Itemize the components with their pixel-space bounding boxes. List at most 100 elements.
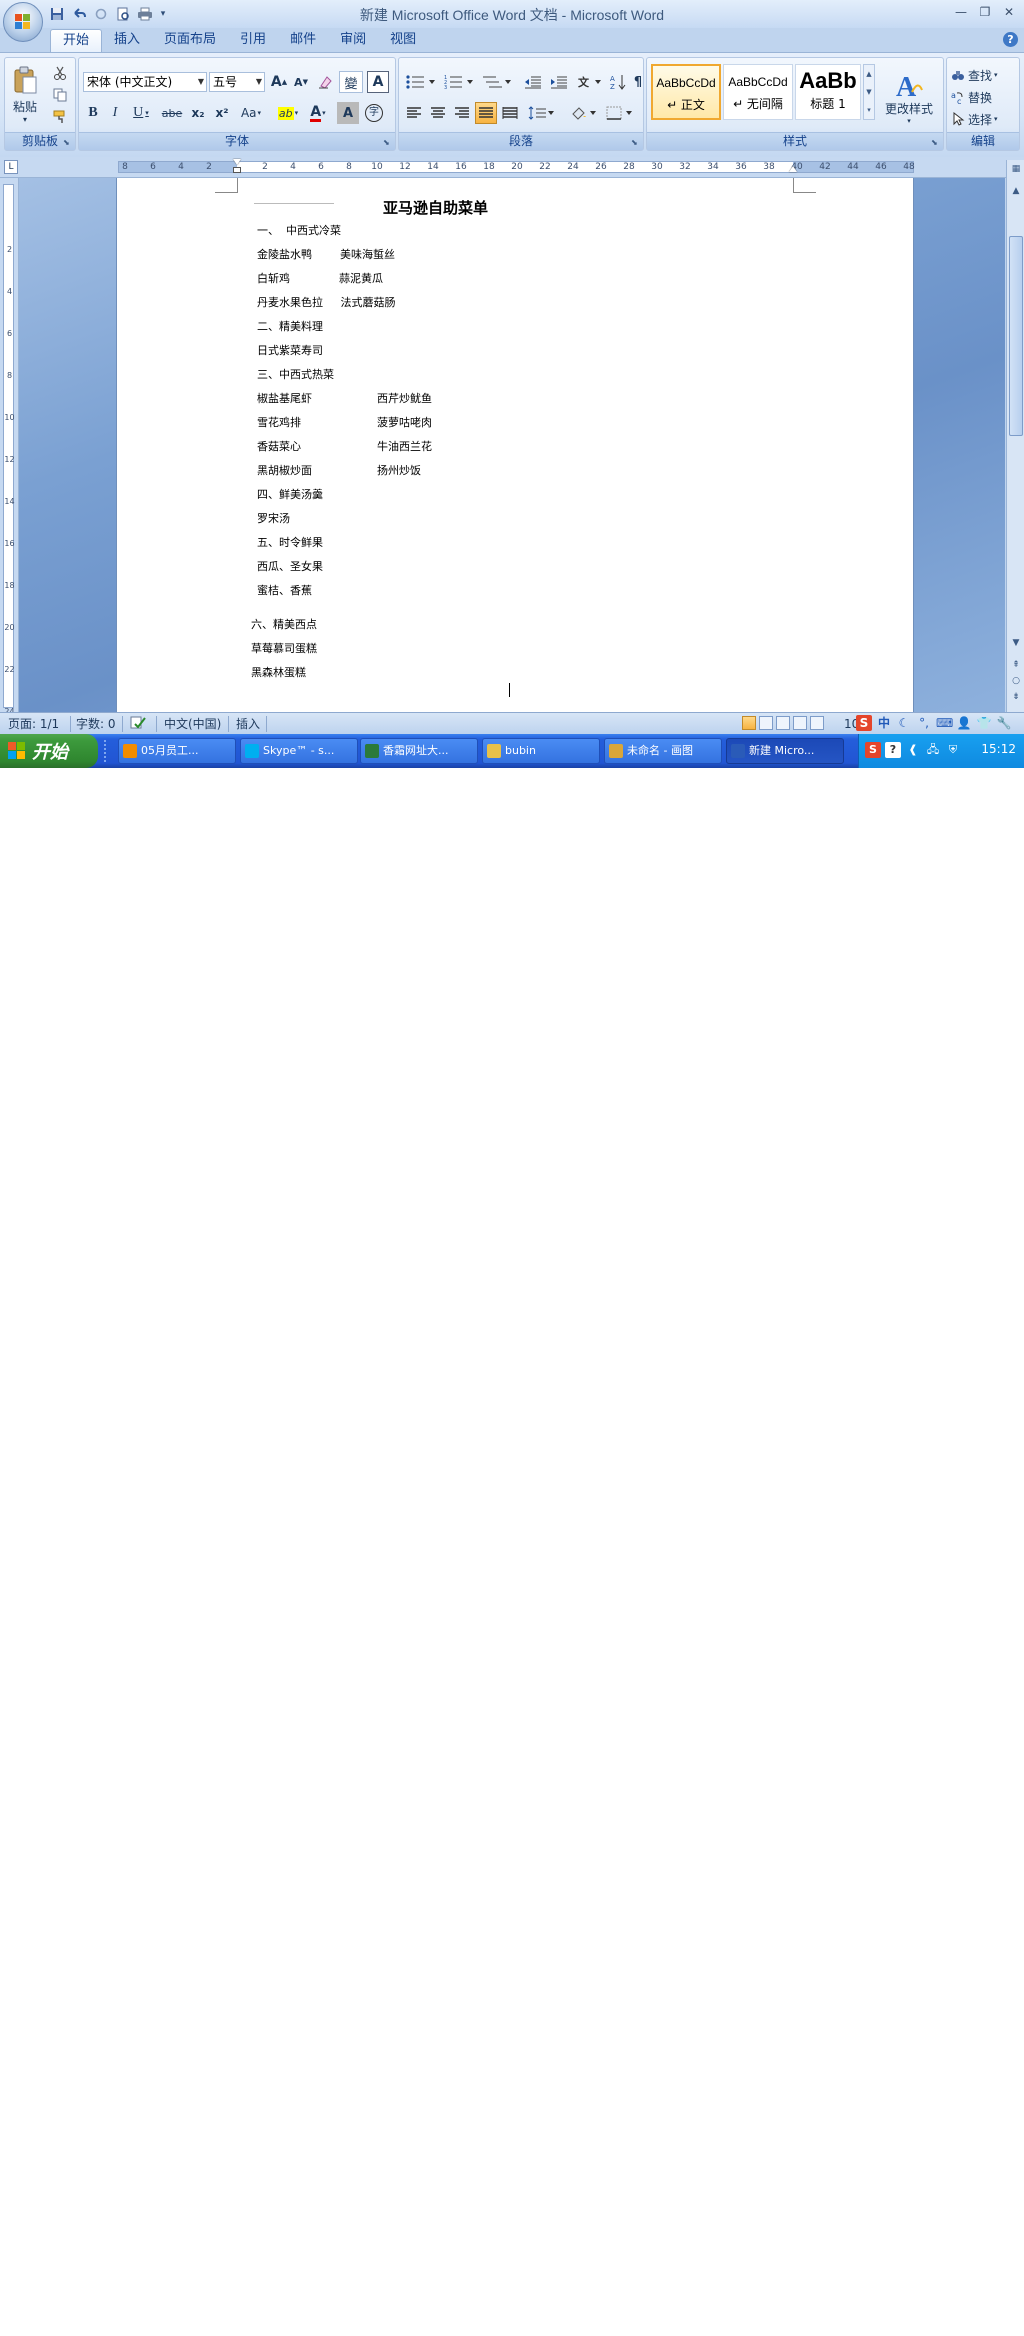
vertical-scrollbar[interactable]: ▦ ▲ ▼ ⇞ ○ ⇟ <box>1006 160 1024 712</box>
minimize-icon[interactable]: — <box>952 3 970 21</box>
right-indent-marker[interactable] <box>789 166 797 172</box>
taskbar-item[interactable]: Skype™ - s... <box>240 738 358 764</box>
taskbar-item[interactable]: 05月员工... <box>118 738 236 764</box>
first-line-indent-marker[interactable] <box>233 159 241 165</box>
close-icon[interactable]: ✕ <box>1000 3 1018 21</box>
char-border-button[interactable]: A <box>367 71 389 93</box>
help-icon[interactable]: ? <box>1003 32 1018 47</box>
punctuation-icon[interactable]: °, <box>916 715 932 731</box>
font-name-combo[interactable]: 宋体 (中文正文) ▼ <box>83 72 207 92</box>
scroll-down-icon[interactable]: ▼ <box>1009 636 1023 650</box>
char-shading-button[interactable]: A <box>337 102 359 124</box>
taskbar-item[interactable]: 新建 Micro... <box>726 738 844 764</box>
font-launcher-icon[interactable]: ⬊ <box>383 138 392 147</box>
web-layout-icon[interactable] <box>776 716 790 730</box>
line-spacing-icon[interactable] <box>525 102 557 124</box>
font-color-button[interactable]: A ▾ <box>305 102 331 124</box>
align-right-icon[interactable] <box>451 102 473 124</box>
insert-mode[interactable]: 插入 <box>236 716 260 732</box>
style-no-spacing[interactable]: AaBbCcDd ↵ 无间隔 <box>723 64 793 120</box>
outline-view-icon[interactable] <box>793 716 807 730</box>
tab-page-layout[interactable]: 页面布局 <box>152 29 228 51</box>
font-size-combo[interactable]: 五号 ▼ <box>209 72 265 92</box>
sogou-icon[interactable]: S <box>856 715 872 731</box>
skin-shirt-icon[interactable]: 👕 <box>976 715 992 731</box>
chinese-mode-icon[interactable]: 中 <box>876 715 892 731</box>
phonetic-guide-button[interactable]: 變 <box>339 71 363 93</box>
help-tray-icon[interactable]: ? <box>885 742 901 758</box>
select-browse-object-icon[interactable]: ○ <box>1009 674 1023 688</box>
superscript-button[interactable]: x² <box>211 102 233 124</box>
sort-icon[interactable]: AZ <box>607 71 629 93</box>
previous-page-icon[interactable]: ⇞ <box>1009 658 1023 672</box>
select-button[interactable]: 选择 ▾ <box>951 108 1017 130</box>
page-count[interactable]: 页面: 1/1 <box>8 716 59 732</box>
scroll-thumb[interactable] <box>1009 236 1023 436</box>
network-tray-icon[interactable]: 🖧 <box>925 742 941 758</box>
styles-launcher-icon[interactable]: ⬊ <box>931 138 940 147</box>
tab-mailings[interactable]: 邮件 <box>278 29 328 51</box>
start-button[interactable]: 开始 <box>0 734 98 768</box>
cut-icon[interactable] <box>49 62 71 84</box>
vertical-ruler-strip[interactable]: 24681012141618202224 <box>3 184 15 716</box>
paragraph-launcher-icon[interactable]: ⬊ <box>631 138 640 147</box>
tab-insert[interactable]: 插入 <box>102 29 152 51</box>
underline-button[interactable]: U ▾ <box>127 102 155 124</box>
sogou-tray-icon[interactable]: S <box>865 742 881 758</box>
tab-stop-selector[interactable]: L <box>4 160 18 174</box>
copy-icon[interactable] <box>49 84 71 106</box>
show-marks-icon[interactable]: ¶ <box>631 71 645 93</box>
style-normal[interactable]: AaBbCcDd ↵ 正文 <box>651 64 721 120</box>
office-button[interactable] <box>3 2 43 42</box>
enclose-char-button[interactable]: 字 <box>363 102 385 124</box>
language-indicator[interactable]: 中文(中国) <box>164 716 221 732</box>
proofing-icon[interactable] <box>130 716 146 732</box>
tab-review[interactable]: 审阅 <box>328 29 378 51</box>
user-icon[interactable]: 👤 <box>956 715 972 731</box>
taskbar-item[interactable]: 香霜网址大... <box>360 738 478 764</box>
format-painter-icon[interactable] <box>49 106 71 128</box>
multilevel-list-icon[interactable] <box>479 71 515 93</box>
align-center-icon[interactable] <box>427 102 449 124</box>
word-count[interactable]: 字数: 0 <box>76 716 116 732</box>
clear-format-icon[interactable] <box>315 71 337 93</box>
ruler-strip[interactable]: 8 6 4 2 2 4 6 8 10 12 14 16 18 20 22 24 26 28 30 32 34 36 38 40… <box>118 159 915 173</box>
tab-view[interactable]: 视图 <box>378 29 428 51</box>
subscript-button[interactable]: x₂ <box>187 102 209 124</box>
distributed-icon[interactable] <box>499 102 521 124</box>
wrench-icon[interactable]: 🔧 <box>996 715 1012 731</box>
asian-layout-icon[interactable]: 文 <box>575 71 605 93</box>
restore-icon[interactable]: ❐ <box>976 3 994 21</box>
italic-button[interactable]: I <box>105 102 125 124</box>
borders-icon[interactable] <box>603 102 635 124</box>
bullets-icon[interactable] <box>403 71 439 93</box>
replace-button[interactable]: ac 替换 <box>951 86 1017 108</box>
left-indent-marker[interactable] <box>233 167 241 173</box>
half-width-moon-icon[interactable]: ☾ <box>896 715 912 731</box>
scroll-up-icon[interactable]: ▲ <box>1009 184 1023 198</box>
align-left-icon[interactable] <box>403 102 425 124</box>
tab-home[interactable]: 开始 <box>50 29 103 52</box>
find-button[interactable]: 查找 ▾ <box>951 64 1017 86</box>
justify-icon[interactable] <box>475 102 497 124</box>
ruler-toggle-icon[interactable]: ▦ <box>1009 162 1023 176</box>
highlight-button[interactable]: ab ▾ <box>273 102 303 124</box>
next-page-icon[interactable]: ⇟ <box>1009 690 1023 704</box>
shield-tray-icon[interactable]: ⛨ <box>945 742 961 758</box>
styles-scroll[interactable]: ▲ ▼ ▾ <box>863 64 875 120</box>
style-heading-1[interactable]: AaBb 标题 1 <box>795 64 861 120</box>
full-screen-reading-icon[interactable] <box>759 716 773 730</box>
keyboard-icon[interactable]: ⌨ <box>936 715 953 731</box>
shrink-font-button[interactable]: A ▼ <box>291 71 311 93</box>
change-case-button[interactable]: Aa ▾ <box>237 102 265 124</box>
document-page[interactable]: 亚马逊自助菜单 一、 中西式冷菜 金陵盐水鸭 美味海蜇丝 白斩鸡 蒜泥黄瓜 丹麦水果色… <box>117 178 913 712</box>
shading-icon[interactable] <box>567 102 599 124</box>
taskbar-item[interactable]: 未命名 - 画图 <box>604 738 722 764</box>
numbering-icon[interactable]: 123 <box>441 71 477 93</box>
paste-dropdown-icon[interactable]: ▾ <box>23 115 27 124</box>
print-layout-view-icon[interactable] <box>742 716 756 730</box>
increase-indent-icon[interactable] <box>547 71 571 93</box>
bold-button[interactable]: B <box>83 102 103 124</box>
change-styles-button[interactable]: A 更改样式 ▾ <box>879 62 939 132</box>
strikethrough-button[interactable]: abe <box>159 102 185 124</box>
